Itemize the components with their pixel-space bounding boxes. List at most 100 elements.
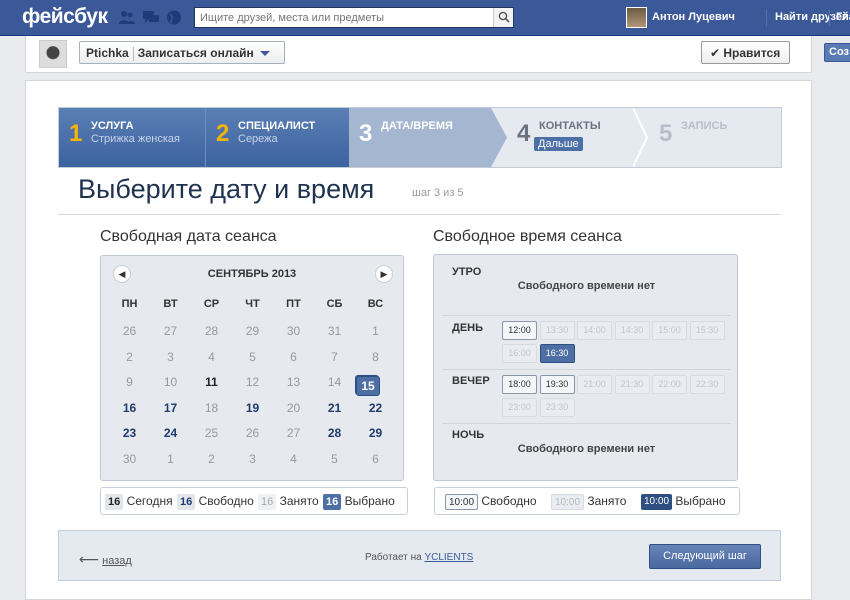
divider xyxy=(132,46,134,61)
legend-label: Занято xyxy=(279,494,319,508)
back-arrow-icon: ⟵ xyxy=(79,551,100,567)
next-step-button[interactable]: Следующий шаг xyxy=(649,544,761,569)
weekday-label: ПТ xyxy=(286,298,301,310)
home-link[interactable]: Гла xyxy=(836,11,850,23)
create-button[interactable]: Соз xyxy=(824,43,850,62)
calendar-day-number: 26 xyxy=(245,426,260,441)
calendar-day-number: 6 xyxy=(372,452,379,466)
time-slot: 21:00 xyxy=(577,375,612,394)
time-slot[interactable]: 18:00 xyxy=(502,375,537,394)
calendar: ◀ СЕНТЯБРЬ 2013 ▶ ПН ВТ СР ЧТ ПТ СБ ВС 26 27 28 29… xyxy=(100,255,404,481)
time-row-label: ВЕЧЕР xyxy=(452,375,490,387)
time-slot[interactable]: 16:30 xyxy=(539,344,575,363)
calendar-day-number: 26 xyxy=(122,324,137,338)
date-section-title: Свободная дата сеанса xyxy=(100,228,277,245)
calendar-day: 10 xyxy=(150,375,191,389)
time-slot: 14:30 xyxy=(614,321,650,340)
time-slot: 15:00 xyxy=(652,321,687,340)
step-confirm[interactable]: 5 ЗАПИСЬ xyxy=(649,108,779,167)
time-row-night: НОЧЬ Свободного времени нет xyxy=(442,424,731,480)
back-link[interactable]: ⟵ назад xyxy=(79,551,132,568)
weekday-label: ВС xyxy=(367,298,384,310)
no-free-time-text: Свободного времени нет xyxy=(517,280,656,292)
legend-label: Занято xyxy=(587,494,627,508)
legend-label: Свободно xyxy=(481,494,537,508)
calendar-day[interactable]: 16 xyxy=(109,401,150,415)
time-slot: 15:30 xyxy=(689,321,725,340)
user-avatar[interactable] xyxy=(626,7,647,28)
legend-badge: 16 xyxy=(177,493,196,510)
calendar-day-number: 29 xyxy=(368,426,383,441)
step-service[interactable]: 1 УСЛУГА Стрижка женская xyxy=(59,108,205,167)
calendar-day: 29 xyxy=(232,324,273,338)
weekday-label: СБ xyxy=(326,298,343,310)
user-name-link[interactable]: Антон Луцевич xyxy=(652,11,735,23)
calendar-day[interactable]: 23 xyxy=(109,426,150,440)
calendar-day-number: 25 xyxy=(204,426,219,441)
legend-label: Выбрано xyxy=(344,494,395,508)
step-number: 5 xyxy=(659,120,673,147)
calendar-day-number: 24 xyxy=(163,426,178,441)
calendar-day-number: 23 xyxy=(122,426,137,441)
calendar-day-number: 30 xyxy=(286,324,301,338)
page-tab-selector[interactable]: Ptichka Записаться онлайн xyxy=(79,41,285,64)
calendar-day: 14 xyxy=(314,375,355,389)
like-button[interactable]: ✔ Нравится xyxy=(701,41,790,64)
yclients-link[interactable]: YCLIENTS xyxy=(424,552,473,563)
calendar-day[interactable]: 19 xyxy=(232,401,273,415)
step-subtitle: Стрижка женская xyxy=(91,133,181,145)
legend-badge: 10:00 xyxy=(445,493,479,510)
legend-free: 10:00 Свободно xyxy=(445,493,537,510)
time-slot: 14:00 xyxy=(577,321,612,340)
step-datetime[interactable]: 3 ДАТА/ВРЕМЯ xyxy=(349,108,491,167)
calendar-day-number: 1 xyxy=(167,452,174,466)
calendar-day[interactable]: 17 xyxy=(150,401,191,415)
calendar-day: 28 xyxy=(191,324,232,338)
time-row-evening: ВЕЧЕР 18:00 19:30 21:00 21:30 22:00 22:30 23:0… xyxy=(442,370,731,424)
top-bar: фейсбук Антон Луцевич Найти друзей Гла xyxy=(0,0,850,36)
search-button[interactable] xyxy=(493,8,513,27)
legend-label: Свободно xyxy=(198,494,254,508)
page-avatar[interactable] xyxy=(39,40,67,68)
calendar-day[interactable]: 21 xyxy=(314,401,355,415)
calendar-day-number: 4 xyxy=(208,349,215,364)
facebook-logo[interactable]: фейсбук xyxy=(22,5,108,29)
legend-free: 16 Свободно xyxy=(177,493,254,510)
notifications-globe-icon[interactable] xyxy=(166,10,182,25)
calendar-day[interactable]: 28 xyxy=(314,426,355,440)
time-slot: 13:30 xyxy=(539,321,575,340)
calendar-day: 1 xyxy=(355,324,396,338)
footer-bar: ⟵ назад Работает на YCLIENTS Следующий ш… xyxy=(58,530,781,581)
calendar-day-number: 17 xyxy=(163,400,178,415)
calendar-day-number: 31 xyxy=(327,324,342,338)
search-input[interactable] xyxy=(194,7,514,28)
next-month-button[interactable]: ▶ xyxy=(375,265,393,283)
calendar-day-number: 28 xyxy=(327,426,342,441)
legend-selected: 10:00 Выбрано xyxy=(641,493,726,510)
weekday-label: СР xyxy=(203,298,220,310)
page-header-bar: Ptichka Записаться онлайн ✔ Нравится xyxy=(25,36,812,73)
weekday-label: ВТ xyxy=(163,298,178,310)
legend-busy: 16 Занято xyxy=(258,493,319,510)
calendar-day[interactable]: 22 xyxy=(355,401,396,415)
calendar-day-number: 20 xyxy=(286,400,301,415)
step-specialist[interactable]: 2 СПЕЦИАЛИСТ Сережа xyxy=(205,108,349,167)
calendar-day-number: 6 xyxy=(290,349,297,364)
messages-icon[interactable] xyxy=(143,10,159,25)
calendar-day[interactable]: 15 xyxy=(355,375,380,397)
calendar-day-number: 2 xyxy=(208,452,215,466)
time-slot[interactable]: 19:30 xyxy=(539,375,575,394)
date-legend: 16 Сегодня 16 Свободно 16 Занято 16 Выбр… xyxy=(100,487,408,515)
calendar-day[interactable]: 29 xyxy=(355,426,396,440)
step-title: СПЕЦИАЛИСТ xyxy=(238,120,316,132)
next-badge[interactable]: Дальше xyxy=(534,137,583,151)
time-row-label: НОЧЬ xyxy=(452,429,485,441)
calendar-day: 2 xyxy=(191,452,232,466)
calendar-day: 30 xyxy=(109,452,150,466)
calendar-day-number: 9 xyxy=(126,375,133,390)
time-section-title: Свободное время сеанса xyxy=(433,228,622,245)
friend-requests-icon[interactable] xyxy=(119,10,135,25)
calendar-day-number: 5 xyxy=(331,452,338,466)
calendar-day[interactable]: 24 xyxy=(150,426,191,440)
time-slot[interactable]: 12:00 xyxy=(502,321,537,340)
